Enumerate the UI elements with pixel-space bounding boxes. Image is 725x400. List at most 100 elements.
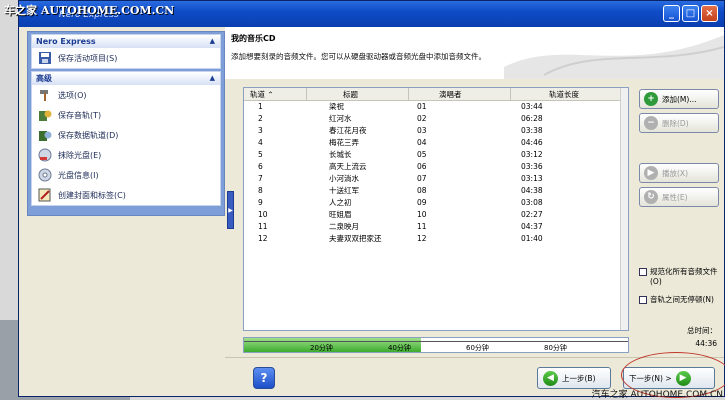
column-header-artist[interactable]: 演唱者 — [409, 88, 511, 100]
vertical-scrollbar[interactable] — [620, 88, 628, 330]
track-number-cell: 12 — [258, 234, 268, 243]
properties-button[interactable]: ↻ 属性(E) — [639, 187, 719, 207]
sort-ascending-icon: ⌃ — [267, 90, 274, 99]
track-row[interactable]: 12 夫妻双双把家还 12 01:40 — [244, 233, 628, 245]
track-row[interactable]: 2 红河水 02 06:28 — [244, 113, 628, 125]
track-table-header: 轨道 ⌃ 标题 演唱者 轨道长度 — [244, 88, 628, 101]
track-row[interactable]: 4 梅花三弄 04 04:46 — [244, 137, 628, 149]
add-button-label: 添加(M)... — [662, 94, 697, 104]
track-artist-cell: 10 — [417, 210, 427, 219]
add-button[interactable]: + 添加(M)... — [639, 89, 719, 109]
maximize-button[interactable]: □ — [682, 5, 699, 22]
track-artist-cell: 03 — [417, 126, 427, 135]
track-length-cell: 04:38 — [521, 186, 543, 195]
track-number-cell: 11 — [258, 222, 268, 231]
track-length-cell: 04:37 — [521, 222, 543, 231]
track-artist-cell: 04 — [417, 138, 427, 147]
no-pause-option[interactable]: 音轨之间无停顿(N) — [639, 295, 721, 305]
column-header-title[interactable]: 标题 — [307, 88, 409, 100]
total-time-value: 44:36 — [695, 339, 717, 348]
track-artist-cell: 11 — [417, 222, 427, 231]
column-header-track[interactable]: 轨道 ⌃ — [244, 88, 307, 100]
track-number-cell: 6 — [258, 162, 263, 171]
panel-title-nero: Nero Express — [36, 37, 96, 46]
track-artist-cell: 01 — [417, 102, 427, 111]
collapse-caret-icon[interactable]: ▲ — [210, 35, 215, 48]
sidebar-item-disc-info[interactable]: 光盘信息(I) — [32, 165, 220, 185]
track-row[interactable]: 5 长城长 05 03:12 — [244, 149, 628, 161]
track-artist-cell: 08 — [417, 186, 427, 195]
sidebar-item-save-audio[interactable]: 保存音轨(T) — [32, 105, 220, 125]
track-length-cell: 03:44 — [521, 102, 543, 111]
sidebar-item-options[interactable]: 选项(O) — [32, 85, 220, 105]
track-row[interactable]: 3 春江花月夜 03 03:38 — [244, 125, 628, 137]
sidebar-item-cover-label[interactable]: 创建封面和标签(C) — [32, 185, 220, 205]
sidebar-item-label: 保存活动项目(S) — [58, 53, 118, 63]
track-title-cell: 旺姐眉 — [329, 210, 352, 219]
back-button[interactable]: ◀ 上一步(B) — [537, 367, 611, 389]
minimize-button[interactable]: _ — [663, 5, 680, 22]
delete-icon: − — [644, 116, 658, 130]
add-icon: + — [644, 92, 658, 106]
delete-button-label: 删除(D) — [662, 118, 689, 128]
panel-title-advanced: 高级 — [36, 74, 52, 83]
sidebar-item-label: 创建封面和标签(C) — [58, 190, 126, 200]
panel-header-nero[interactable]: Nero Express ▲ — [32, 35, 220, 48]
normalize-checkbox[interactable] — [639, 268, 647, 276]
help-button[interactable]: ? — [253, 367, 275, 389]
track-length-cell: 03:38 — [521, 126, 543, 135]
no-pause-checkbox[interactable] — [639, 296, 647, 304]
track-number-cell: 1 — [258, 102, 263, 111]
column-header-length[interactable]: 轨道长度 — [511, 88, 628, 100]
back-button-label: 上一步(B) — [562, 373, 596, 383]
track-row[interactable]: 1 梁祝 01 03:44 — [244, 101, 628, 113]
sidebar-item-save-project[interactable]: 保存活动项目(S) — [32, 48, 220, 68]
track-row[interactable]: 9 人之初 09 03:08 — [244, 197, 628, 209]
track-row[interactable]: 6 高天上流云 06 03:36 — [244, 161, 628, 173]
track-row[interactable]: 11 二泉映月 11 04:37 — [244, 221, 628, 233]
track-list[interactable]: 轨道 ⌃ 标题 演唱者 轨道长度 1 梁祝 01 03:44 2 红河水 02 06:28 3 春… — [243, 87, 629, 331]
sidebar-item-label: 抹除光盘(E) — [58, 150, 102, 160]
track-title-cell: 梅花三弄 — [329, 138, 359, 147]
panel-header-advanced[interactable]: 高级 ▲ — [32, 72, 220, 85]
normalize-option[interactable]: 规范化所有音频文件(O) — [639, 267, 721, 287]
track-artist-cell: 02 — [417, 114, 427, 123]
nero-express-window: Nero Express _ □ × Nero Express ▲ 保存活动项目… — [18, 0, 725, 398]
erase-disc-icon — [38, 148, 52, 162]
collapse-caret-icon[interactable]: ▲ — [210, 72, 215, 85]
play-button[interactable]: ▶ 播放(X) — [639, 163, 719, 183]
save-audio-icon — [38, 108, 52, 122]
sidebar-item-label: 保存数据轨道(D) — [58, 130, 119, 140]
back-arrow-icon: ◀ — [543, 370, 558, 386]
track-number-cell: 3 — [258, 126, 263, 135]
delete-button[interactable]: − 删除(D) — [639, 113, 719, 133]
track-length-cell: 02:27 — [521, 210, 543, 219]
track-length-cell: 04:46 — [521, 138, 543, 147]
no-pause-label: 音轨之间无停顿(N) — [650, 295, 714, 304]
sidebar-item-label: 光盘信息(I) — [58, 170, 99, 180]
track-row[interactable]: 8 十送红军 08 04:38 — [244, 185, 628, 197]
sidebar: Nero Express ▲ 保存活动项目(S) 高级 ▲ 选项(O) 保存音轨… — [27, 31, 225, 216]
track-row[interactable]: 7 小河淌水 07 03:13 — [244, 173, 628, 185]
track-title-cell: 人之初 — [329, 198, 352, 207]
track-artist-cell: 09 — [417, 198, 427, 207]
sidebar-item-save-data-track[interactable]: 保存数据轨道(D) — [32, 125, 220, 145]
track-row[interactable]: 10 旺姐眉 10 02:27 — [244, 209, 628, 221]
close-button[interactable]: × — [701, 5, 718, 22]
track-rows: 1 梁祝 01 03:44 2 红河水 02 06:28 3 春江花月夜 03 03:38 4 梅花三弄 0… — [244, 101, 628, 245]
track-length-cell: 06:28 — [521, 114, 543, 123]
sidebar-toggle-arrow-icon[interactable]: ▶ — [227, 191, 234, 229]
properties-icon: ↻ — [644, 190, 658, 204]
capacity-label-60: 60分钟 — [466, 344, 489, 352]
capacity-label-40: 40分钟 — [388, 344, 411, 352]
track-title-cell: 春江花月夜 — [329, 126, 367, 135]
play-button-label: 播放(X) — [662, 168, 688, 178]
sidebar-item-erase-disc[interactable]: 抹除光盘(E) — [32, 145, 220, 165]
track-content: 轨道 ⌃ 标题 演唱者 轨道长度 1 梁祝 01 03:44 2 红河水 02 06:28 3 春… — [239, 83, 633, 353]
track-length-cell: 03:13 — [521, 174, 543, 183]
track-title-cell: 高天上流云 — [329, 162, 367, 171]
track-number-cell: 7 — [258, 174, 263, 183]
action-panel: + 添加(M)... − 删除(D) ▶ 播放(X) ↻ 属性(E) 规范化所有… — [635, 83, 725, 353]
track-title-cell: 梁祝 — [329, 102, 344, 111]
play-icon: ▶ — [644, 166, 658, 180]
